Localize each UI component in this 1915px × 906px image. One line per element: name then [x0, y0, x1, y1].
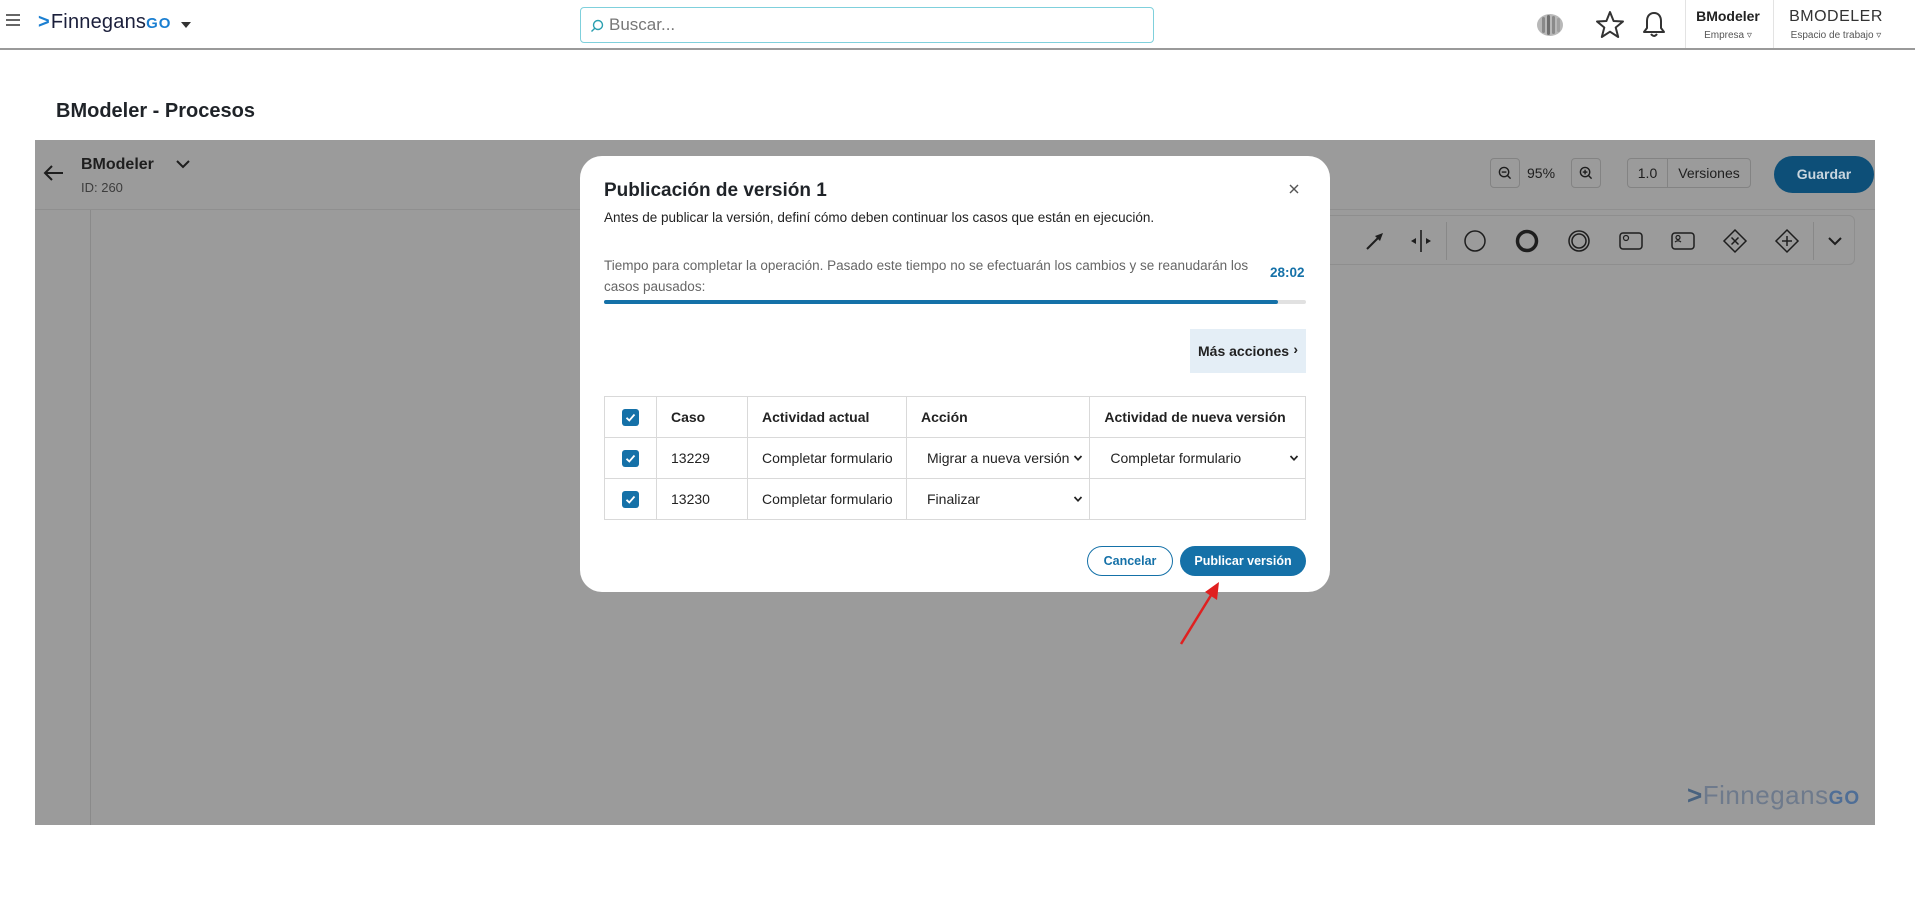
check-icon	[625, 413, 636, 422]
process-id: ID: 260	[81, 180, 123, 195]
canvas-left-border	[90, 210, 91, 825]
new-activity-select[interactable]: Completar formulario	[1096, 450, 1305, 466]
split-space-icon[interactable]	[1407, 227, 1435, 255]
chevron-down-icon[interactable]	[1821, 227, 1849, 255]
top-bar: >FinnegansGO BModeler Empresa ▿ BMODELER…	[0, 0, 1915, 50]
table-row: 13229 Completar formulario Migrar a nuev…	[604, 437, 1306, 479]
intermediate-event-icon[interactable]	[1565, 227, 1593, 255]
chevron-down-icon	[1074, 496, 1083, 503]
table-row: 13230 Completar formulario Finalizar	[604, 478, 1306, 520]
zoom-out-button[interactable]	[1490, 158, 1520, 188]
star-icon[interactable]	[1594, 9, 1626, 41]
topbar-divider	[1773, 0, 1774, 48]
action-select[interactable]: Finalizar	[913, 491, 1089, 507]
timer-countdown: 28:02	[1270, 265, 1305, 280]
bell-icon[interactable]	[1638, 9, 1670, 41]
zoom-in-button[interactable]	[1571, 158, 1601, 188]
exclusive-gateway-icon[interactable]	[1721, 227, 1749, 255]
check-icon	[625, 495, 636, 504]
watermark-chevron-icon: >	[1687, 780, 1703, 810]
select-all-cell	[604, 396, 657, 438]
workspace-selector[interactable]: BMODELER Espacio de trabajo ▿	[1780, 8, 1892, 41]
row-checkbox-cell	[604, 478, 657, 520]
header-new-activity: Actividad de nueva versión	[1089, 396, 1306, 438]
row-checkbox[interactable]	[622, 490, 639, 508]
timer-description: Tiempo para completar la operación. Pasa…	[604, 258, 1249, 294]
check-icon	[625, 454, 636, 463]
user-task-icon[interactable]	[1669, 227, 1697, 255]
red-arrow-pointer	[1179, 582, 1219, 645]
save-button[interactable]: Guardar	[1774, 156, 1874, 193]
timer-progress-fill	[604, 300, 1278, 304]
modal-subtitle: Antes de publicar la versión, definí cóm…	[604, 210, 1155, 225]
header-action: Acción	[905, 396, 1091, 438]
chevron-down-icon	[1074, 455, 1083, 462]
close-icon[interactable]	[1287, 182, 1301, 196]
action-select-cell: Finalizar	[905, 478, 1091, 520]
chevron-down-icon	[1289, 455, 1299, 462]
finnegans-watermark: >FinnegansGO	[1687, 780, 1861, 810]
timer-progress-bar	[604, 300, 1306, 304]
cases-table: Caso Actividad actual Acción Actividad d…	[604, 396, 1306, 520]
case-number: 13229	[656, 437, 748, 479]
version-selector[interactable]: 1.0 Versiones	[1627, 158, 1751, 188]
select-all-checkbox[interactable]	[622, 408, 639, 426]
current-activity: Completar formulario	[747, 478, 907, 520]
version-number: 1.0	[1628, 159, 1668, 187]
more-actions-button[interactable]: Más acciones ›	[1190, 329, 1306, 373]
table-header-row: Caso Actividad actual Acción Actividad d…	[604, 396, 1306, 438]
parallel-gateway-icon[interactable]	[1773, 227, 1801, 255]
palette-divider	[1813, 222, 1814, 260]
cancel-button[interactable]: Cancelar	[1087, 546, 1173, 576]
modal-title: Publicación de versión 1	[604, 180, 827, 201]
versions-button[interactable]: Versiones	[1668, 159, 1750, 187]
process-name: BModeler	[81, 156, 154, 173]
row-checkbox[interactable]	[622, 449, 639, 467]
zoom-in-icon	[1579, 166, 1593, 180]
logo-chevron-icon: >	[38, 11, 50, 33]
logo-dropdown-caret-icon[interactable]	[181, 22, 191, 28]
publish-version-modal: Publicación de versión 1 Antes de public…	[580, 156, 1330, 592]
search-icon	[591, 19, 604, 32]
topbar-divider	[1685, 0, 1686, 48]
current-activity: Completar formulario	[747, 437, 907, 479]
zoom-level: 95%	[1527, 165, 1556, 181]
new-activity-select-cell: Completar formulario	[1089, 437, 1306, 479]
hamburger-menu-icon[interactable]	[6, 14, 20, 26]
chevron-down-icon[interactable]	[173, 154, 193, 174]
header-current-activity: Actividad actual	[747, 396, 907, 438]
end-event-icon[interactable]	[1513, 227, 1541, 255]
action-select[interactable]: Migrar a nueva versión	[913, 450, 1089, 466]
search-input[interactable]	[609, 14, 1129, 36]
back-arrow-icon[interactable]	[43, 164, 65, 182]
start-event-icon[interactable]	[1461, 227, 1489, 255]
finnegans-logo[interactable]: >FinnegansGO	[38, 11, 171, 34]
zoom-out-icon	[1498, 166, 1512, 180]
case-number: 13230	[656, 478, 748, 520]
chevron-right-icon: ›	[1293, 341, 1298, 357]
row-checkbox-cell	[604, 437, 657, 479]
publish-version-button[interactable]: Publicar versión	[1180, 546, 1306, 576]
palette-divider	[1446, 222, 1447, 260]
brain-icon[interactable]	[1534, 9, 1566, 41]
action-select-cell: Migrar a nueva versión	[905, 437, 1091, 479]
new-activity-cell	[1089, 478, 1306, 520]
page-title: BModeler - Procesos	[56, 100, 255, 122]
search-box[interactable]	[580, 7, 1154, 43]
company-selector[interactable]: BModeler Empresa ▿	[1692, 8, 1764, 41]
connector-arrow-icon[interactable]	[1361, 227, 1389, 255]
header-case: Caso	[656, 396, 748, 438]
task-icon[interactable]	[1617, 227, 1645, 255]
